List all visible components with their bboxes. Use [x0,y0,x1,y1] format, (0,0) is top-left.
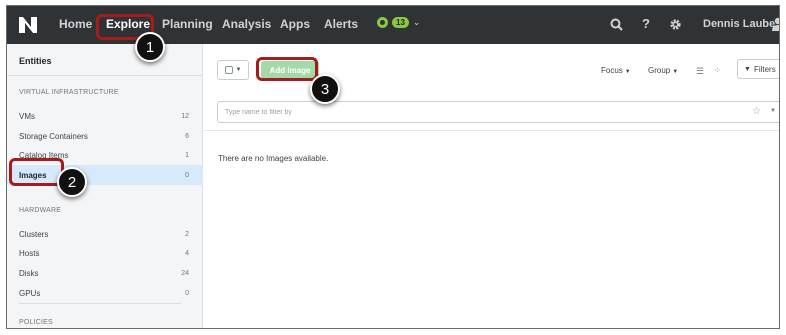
bulk-select-dropdown[interactable]: ▼ [217,60,249,80]
sidebar-item-count: 0 [185,289,189,297]
main-content: ▼ Add Image Focus ▼ Group ▼ ☰ ⁘ ▼ Filters … [204,44,779,328]
chevron-down-icon: ▼ [235,67,242,73]
callout-badge-3: 3 [310,74,340,104]
list-view-icon[interactable]: ☰ [696,66,704,77]
sidebar-divider [19,303,181,304]
callout-badge-2: 2 [57,167,87,197]
entities-sidebar: Entities VIRTUAL INFRASTRUCTURE VMs 12 S… [7,44,203,328]
nav-home[interactable]: Home [59,17,92,31]
sidebar-item-label: Disks [19,268,39,278]
user-name[interactable]: Dennis Laube [703,18,775,30]
section-heading-virtual-infrastructure: VIRTUAL INFRASTRUCTURE [19,89,119,96]
help-icon[interactable]: ? [642,16,650,31]
sidebar-item-count: 4 [185,249,189,257]
app-window: Home Explore Planning Analysis Apps Aler… [6,5,780,329]
group-label: Group [648,66,671,75]
nav-alerts[interactable]: Alerts [324,17,358,31]
sidebar-item-count: 6 [185,132,189,140]
sidebar-item-disks[interactable]: Disks 24 [7,263,203,283]
name-filter-input[interactable] [225,106,725,118]
toolbar-divider [204,130,779,131]
sidebar-item-count: 0 [185,171,189,179]
sidebar-divider [7,75,203,76]
filter-icon: ▼ [744,65,751,73]
filters-button[interactable]: ▼ Filters [737,59,779,79]
sidebar-item-count: 2 [185,230,189,238]
sidebar-item-label: Hosts [19,248,40,258]
nav-planning[interactable]: Planning [162,17,213,31]
sidebar-item-label: GPUs [19,288,41,298]
gear-icon[interactable] [669,18,682,31]
nav-analysis[interactable]: Analysis [222,17,271,31]
nav-apps[interactable]: Apps [280,17,310,31]
alerts-summary-dropdown[interactable]: 13 ⌄ [377,17,420,28]
sidebar-title: Entities [19,56,52,66]
sidebar-item-hosts[interactable]: Hosts 4 [7,243,203,263]
section-heading-hardware: HARDWARE [19,207,62,214]
sidebar-item-label: Clusters [19,229,49,239]
sidebar-item-storage-containers[interactable]: Storage Containers 6 [7,126,203,146]
section-heading-policies: POLICIES [19,319,53,326]
images-highlight [9,158,64,186]
nutanix-logo-icon[interactable] [18,16,38,34]
select-all-checkbox[interactable] [224,66,233,74]
chevron-down-icon: ▼ [672,69,679,75]
star-icon[interactable]: ☆ [752,106,761,117]
focus-label: Focus [601,66,623,75]
user-icon[interactable] [772,17,780,31]
chevron-down-icon: ⌄ [412,17,421,27]
sidebar-item-count: 24 [181,269,189,277]
sidebar-item-count: 12 [181,112,189,120]
search-icon[interactable] [610,18,623,31]
sidebar-item-label: VMs [19,111,35,121]
focus-dropdown[interactable]: Focus ▼ [601,66,631,75]
alert-status-icon [377,17,388,28]
grid-view-icon[interactable]: ⁘ [714,66,721,75]
sidebar-item-label: Storage Containers [19,131,88,141]
filters-label: Filters [753,64,776,74]
sidebar-item-gpus[interactable]: GPUs 0 [7,283,203,303]
sidebar-item-vms[interactable]: VMs 12 [7,106,203,126]
sidebar-item-clusters[interactable]: Clusters 2 [7,224,203,244]
add-image-highlight [256,57,318,81]
group-dropdown[interactable]: Group ▼ [648,66,678,75]
callout-badge-1: 1 [135,32,165,62]
filter-search-box[interactable]: ☆ ▼ [217,101,779,123]
alerts-count-badge: 13 [392,17,409,28]
chevron-down-icon[interactable]: ▼ [770,108,776,114]
sidebar-item-count: 1 [185,151,189,159]
chevron-down-icon: ▼ [624,69,631,75]
empty-state-message: There are no Images available. [218,154,329,163]
